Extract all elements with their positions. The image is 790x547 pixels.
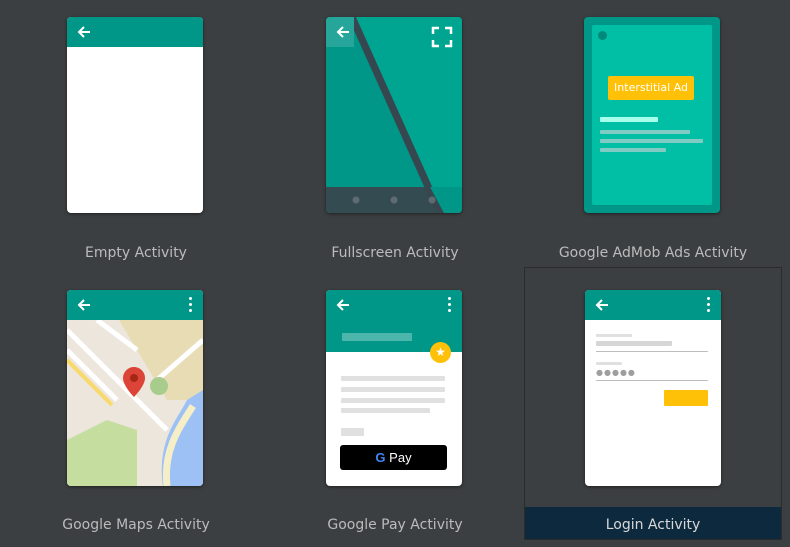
app-bar <box>585 290 721 320</box>
fullscreen-icon <box>431 26 453 48</box>
overflow-menu-icon <box>707 297 711 313</box>
template-label: Empty Activity <box>85 245 187 261</box>
close-dot-icon <box>598 31 607 40</box>
fullscreen-activity-thumbnail <box>326 17 462 213</box>
login-activity-thumbnail: ●●●●● <box>585 290 721 486</box>
template-tile-fullscreen-activity[interactable]: Fullscreen Activity <box>267 0 523 270</box>
field-underline <box>596 380 708 381</box>
field-underline <box>596 351 708 352</box>
title-placeholder <box>342 333 412 341</box>
star-icon: ★ <box>430 342 451 363</box>
map-pin-icon <box>123 367 145 397</box>
template-label: Fullscreen Activity <box>331 245 459 261</box>
interstitial-ad-badge: Interstitial Ad <box>608 76 694 100</box>
content-line <box>600 117 658 122</box>
template-tile-login-activity[interactable]: ●●●●● Login Activity <box>524 267 782 540</box>
admob-activity-thumbnail: Interstitial Ad <box>584 17 720 213</box>
back-arrow-icon <box>77 26 90 38</box>
google-pay-button: G Pay <box>340 445 447 470</box>
pay-activity-thumbnail: ★ G Pay <box>326 290 462 486</box>
template-label: Google Maps Activity <box>62 517 210 533</box>
content-line <box>600 148 666 152</box>
template-tile-admob-activity[interactable]: Interstitial Ad Google AdMob Ads Activit… <box>525 0 781 270</box>
badge-text: Interstitial Ad <box>614 81 688 94</box>
pay-button-label: Pay <box>389 450 412 465</box>
maps-activity-thumbnail <box>67 290 203 486</box>
sign-in-button-placeholder <box>664 390 708 406</box>
overflow-menu-icon <box>448 297 452 313</box>
content-line <box>341 398 445 403</box>
back-arrow-icon <box>336 26 349 38</box>
app-bar <box>67 17 203 47</box>
password-dots: ●●●●● <box>596 368 636 377</box>
field-label-placeholder <box>596 334 632 337</box>
email-field-placeholder <box>596 341 672 346</box>
content-line <box>341 376 445 381</box>
app-bar <box>67 290 203 320</box>
content-block <box>341 428 364 436</box>
template-tile-maps-activity[interactable]: Google Maps Activity <box>8 272 264 542</box>
back-arrow-icon <box>336 299 349 311</box>
content-line <box>600 130 690 134</box>
interstitial-panel: Interstitial Ad <box>592 25 712 205</box>
content-line <box>341 408 430 413</box>
template-tile-pay-activity[interactable]: ★ G Pay Google Pay Activity <box>267 272 523 542</box>
content-line <box>600 139 703 143</box>
back-arrow-icon <box>77 299 90 311</box>
template-label: Login Activity <box>605 517 701 533</box>
content-line <box>341 387 445 392</box>
overflow-menu-icon <box>189 297 193 313</box>
empty-activity-thumbnail <box>67 17 203 213</box>
google-g-icon: G <box>375 450 386 465</box>
field-label-placeholder <box>596 362 622 365</box>
template-label: Google AdMob Ads Activity <box>558 245 748 261</box>
template-label: Google Pay Activity <box>327 517 463 533</box>
template-tile-empty-activity[interactable]: Empty Activity <box>8 0 264 270</box>
back-arrow-icon <box>595 299 608 311</box>
